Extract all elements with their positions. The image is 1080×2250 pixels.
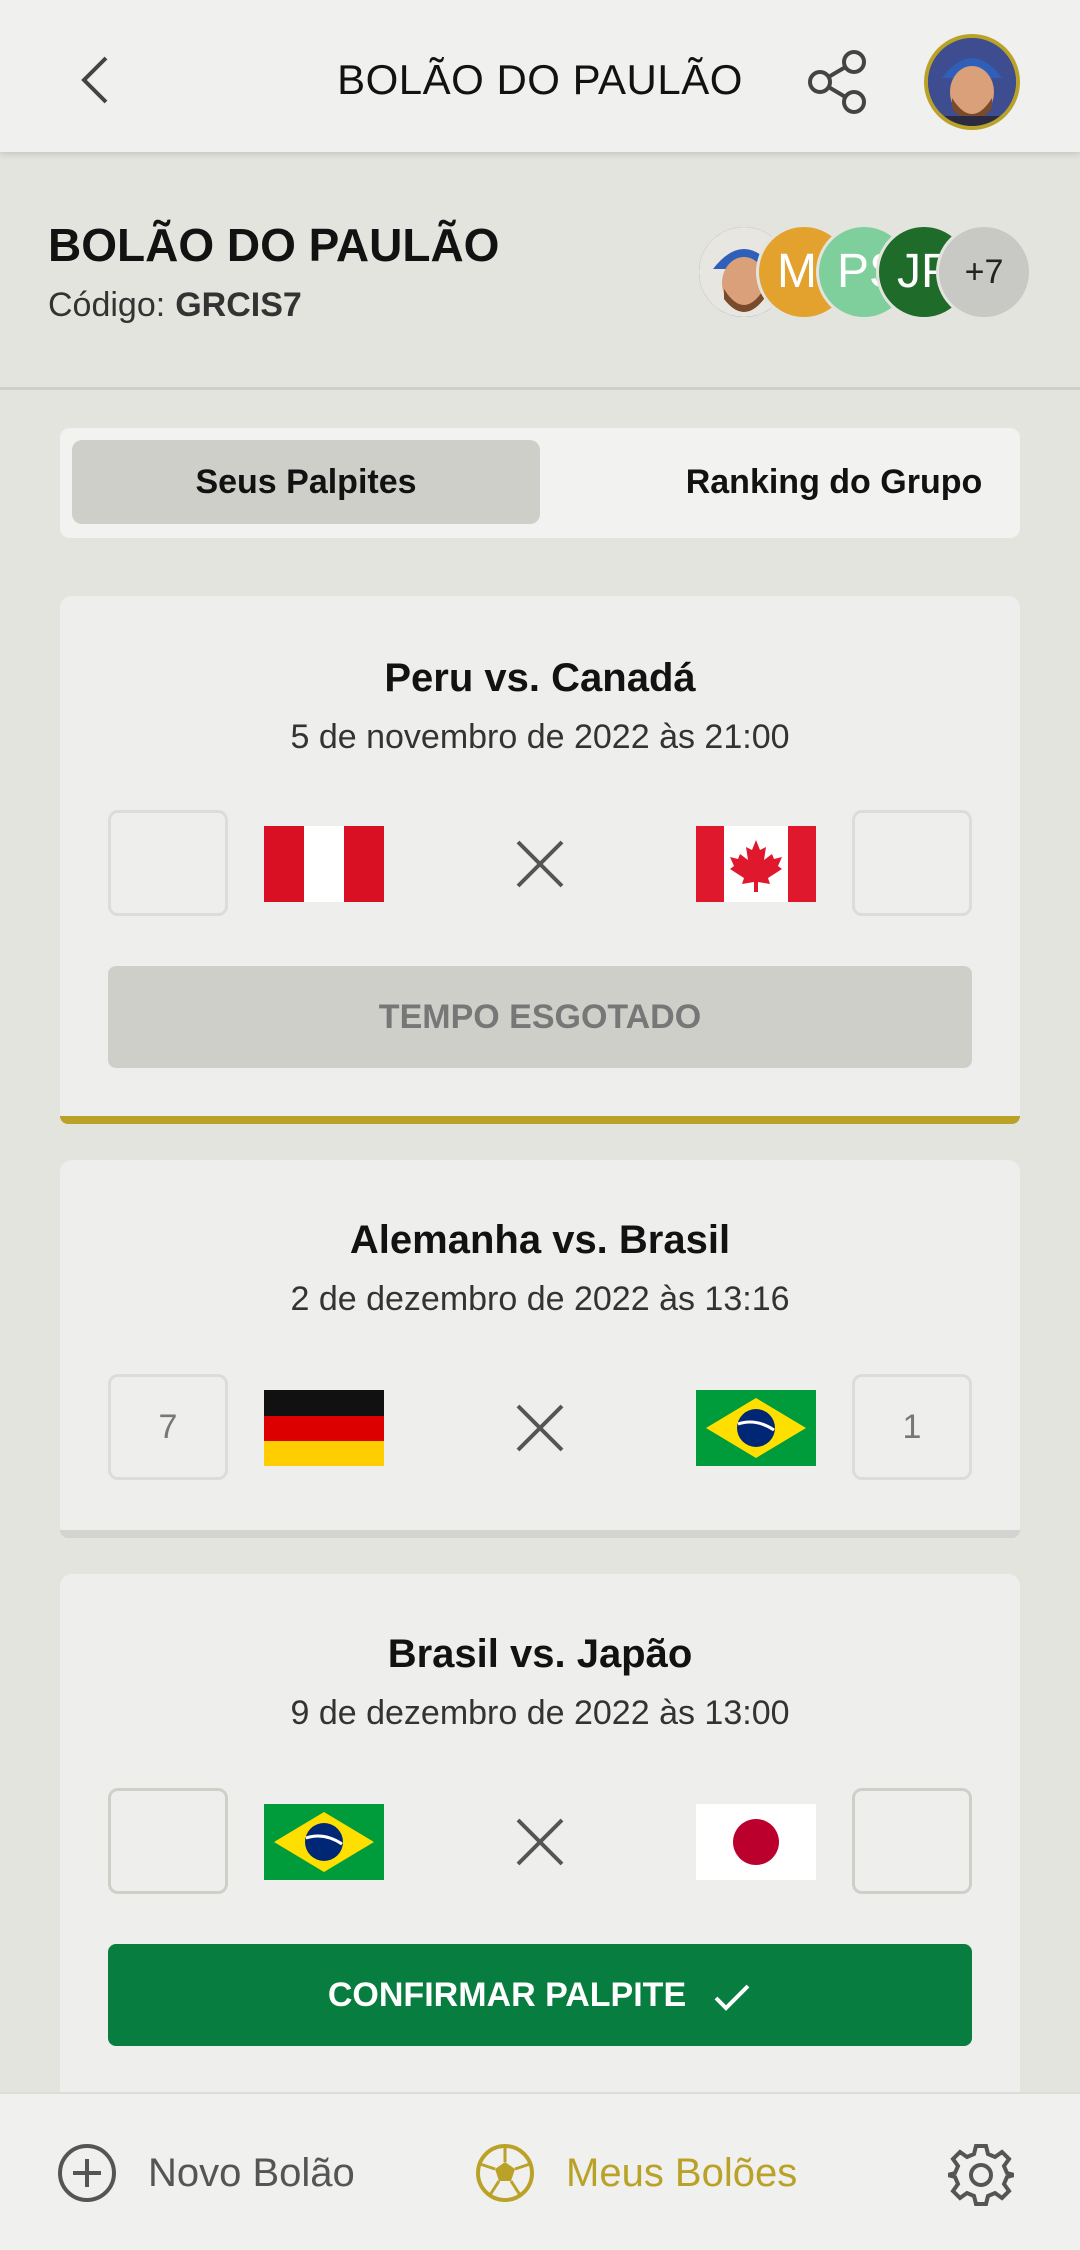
more-members-badge: +7 xyxy=(936,224,1032,320)
versus-icon xyxy=(512,836,568,892)
home-score-input[interactable] xyxy=(108,810,228,916)
nav-new-pool[interactable]: Novo Bolão xyxy=(56,2138,356,2208)
soccer-ball-icon xyxy=(476,2144,534,2202)
page-title: BOLÃO DO PAULÃO xyxy=(337,56,743,103)
gear-icon xyxy=(948,2144,1014,2206)
peru-flag-icon xyxy=(264,826,384,902)
confirm-prediction-label: CONFIRMAR PALPITE xyxy=(327,1976,687,2014)
brazil-flag-icon xyxy=(264,1804,384,1880)
nav-settings[interactable] xyxy=(948,2138,1014,2208)
versus-icon xyxy=(512,1814,568,1870)
match-card: Peru vs. Canadá 5 de novembro de 2022 às… xyxy=(60,596,1020,1124)
bottom-navigation: Novo Bolão Meus Bolões xyxy=(0,2092,1080,2250)
match-date: 2 de dezembro de 2022 às 13:16 xyxy=(290,1280,790,1318)
match-card: Brasil vs. Japão 9 de dezembro de 2022 à… xyxy=(60,1574,1020,2114)
match-title: Peru vs. Canadá xyxy=(384,656,696,700)
match-card: Alemanha vs. Brasil 2 de dezembro de 202… xyxy=(60,1160,1020,1538)
check-icon xyxy=(714,1984,750,2011)
versus-icon xyxy=(512,1400,568,1456)
confirm-prediction-button[interactable]: CONFIRMAR PALPITE xyxy=(108,1944,972,2046)
home-score-input[interactable]: 7 xyxy=(108,1374,228,1480)
away-score-input[interactable] xyxy=(852,1788,972,1894)
away-score-input[interactable] xyxy=(852,810,972,916)
group-code-value: GRCIS7 xyxy=(175,286,302,324)
share-icon[interactable] xyxy=(806,48,870,116)
nav-my-pools-label: Meus Bolões xyxy=(566,2151,798,2195)
top-app-bar: BOLÃO DO PAULÃO xyxy=(0,0,1080,152)
add-circle-icon xyxy=(58,2144,116,2202)
match-title: Brasil vs. Japão xyxy=(387,1632,693,1676)
group-code: Código: GRCIS7 xyxy=(48,286,302,325)
group-header: BOLÃO DO PAULÃO Código: GRCIS7 MS PS JP +… xyxy=(0,152,1080,390)
tab-ranking-do-grupo[interactable]: Ranking do Grupo xyxy=(600,440,1068,524)
time-expired-button: TEMPO ESGOTADO xyxy=(108,966,972,1068)
nav-my-pools[interactable]: Meus Bolões xyxy=(474,2138,814,2208)
brazil-flag-icon xyxy=(696,1390,816,1466)
card-status-bar xyxy=(60,1116,1020,1124)
tab-seus-palpites[interactable]: Seus Palpites xyxy=(72,440,540,524)
japan-flag-icon xyxy=(696,1804,816,1880)
match-date: 9 de dezembro de 2022 às 13:00 xyxy=(290,1694,790,1732)
tab-bar: Seus Palpites Ranking do Grupo xyxy=(60,428,1020,538)
nav-new-pool-label: Novo Bolão xyxy=(148,2151,355,2195)
home-score-input[interactable] xyxy=(108,1788,228,1894)
group-code-label: Código: xyxy=(48,286,166,324)
card-status-bar xyxy=(60,1530,1020,1538)
match-date: 5 de novembro de 2022 às 21:00 xyxy=(290,718,790,756)
canada-flag-icon xyxy=(696,826,816,902)
user-avatar[interactable] xyxy=(924,34,1020,130)
match-title: Alemanha vs. Brasil xyxy=(349,1218,731,1262)
group-name: BOLÃO DO PAULÃO xyxy=(48,219,500,271)
away-score-input[interactable]: 1 xyxy=(852,1374,972,1480)
group-members[interactable]: MS PS JP +7 xyxy=(696,224,1036,320)
germany-flag-icon xyxy=(264,1390,384,1466)
